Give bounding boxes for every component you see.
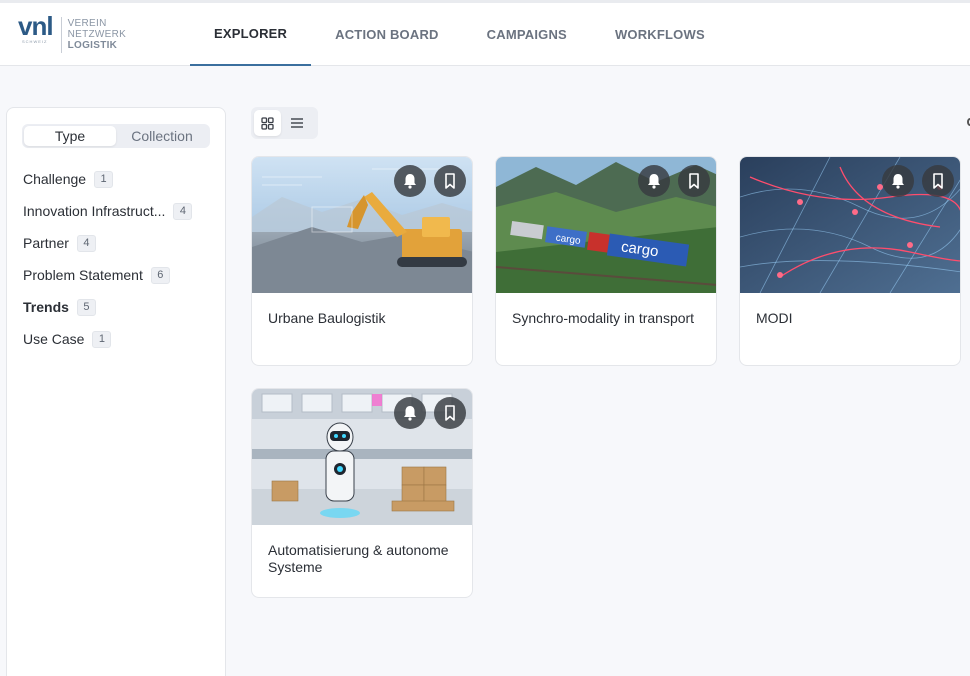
follow-button[interactable] [394,165,426,197]
bell-icon [404,406,416,421]
bell-icon [892,174,904,189]
bookmark-button[interactable] [678,165,710,197]
bookmark-button[interactable] [922,165,954,197]
type-label: Partner [23,235,69,251]
type-item-problem-statement[interactable]: Problem Statement 6 [23,259,219,291]
type-item-partner[interactable]: Partner 4 [23,227,219,259]
bell-icon [648,174,660,189]
logo-divider [60,17,62,53]
filter-sidebar: Type Collection Challenge 1 Innovation I… [6,107,226,676]
type-count: 6 [150,266,170,284]
type-list: Challenge 1 Innovation Infrastruct... 4 … [23,163,219,355]
grid-icon [261,116,274,130]
segment-collection[interactable]: Collection [116,126,208,146]
type-label: Trends [23,299,69,315]
bookmark-icon [689,173,699,189]
logo-sub: SCHWEIZ [22,39,48,44]
tab-campaigns[interactable]: CAMPAIGNS [463,3,591,66]
type-item-trends[interactable]: Trends 5 [23,291,219,323]
logo-line-2: NETZWERK [67,29,127,40]
type-label: Problem Statement [23,267,143,283]
bookmark-icon [445,405,455,421]
type-collection-switch: Type Collection [22,124,210,148]
logo-text: VEREIN NETZWERK LOGISTIK [68,18,127,51]
card-synchro-modality[interactable]: cargo cargo Synchro-modality in transpor… [495,156,717,366]
bell-icon [404,174,416,189]
logo-line-3: LOGISTIK [67,40,118,51]
bookmark-icon [445,173,455,189]
card-title: Synchro-modality in transport [512,310,695,326]
card-urbane-baulogistik[interactable]: Urbane Baulogistik [251,156,473,366]
card-title: MODI [756,310,793,326]
main-nav: EXPLORER ACTION BOARD CAMPAIGNS WORKFLOW… [190,3,729,66]
list-view-button[interactable] [283,110,310,136]
grid-view-button[interactable] [254,110,281,136]
follow-button[interactable] [882,165,914,197]
type-count: 1 [92,330,112,348]
type-count: 5 [76,298,96,316]
logo-line-1: VEREIN [67,18,107,29]
tab-explorer[interactable]: EXPLORER [190,3,312,66]
follow-button[interactable] [638,165,670,197]
bookmark-icon [933,173,943,189]
segment-type[interactable]: Type [24,126,116,146]
view-toggle [251,107,318,139]
type-item-innovation-infrastructure[interactable]: Innovation Infrastruct... 4 [23,195,219,227]
type-count: 4 [173,202,193,220]
type-item-challenge[interactable]: Challenge 1 [23,163,219,195]
list-icon [290,118,303,128]
card-title: Urbane Baulogistik [268,310,386,326]
bookmark-button[interactable] [434,397,466,429]
top-bar: vnl SCHWEIZ VEREIN NETZWERK LOGISTIK EXP… [0,0,970,66]
logo-mark: vnl [18,11,54,41]
type-count: 4 [76,234,96,252]
card-automatisierung[interactable]: Automatisierung & autonome Systeme [251,388,473,598]
tab-workflows[interactable]: WORKFLOWS [591,3,729,66]
tab-action-board[interactable]: ACTION BOARD [311,3,463,66]
type-count: 1 [94,170,114,188]
card-title: Automatisierung & autonome Systeme [268,542,449,575]
card-modi[interactable]: MODI [739,156,961,366]
type-label: Use Case [23,331,85,347]
type-label: Challenge [23,171,87,187]
vnl-logo[interactable]: vnl SCHWEIZ VEREIN NETZWERK LOGISTIK [18,11,127,53]
bookmark-button[interactable] [434,165,466,197]
follow-button[interactable] [394,397,426,429]
type-label: Innovation Infrastruct... [23,203,166,219]
type-item-use-case[interactable]: Use Case 1 [23,323,219,355]
